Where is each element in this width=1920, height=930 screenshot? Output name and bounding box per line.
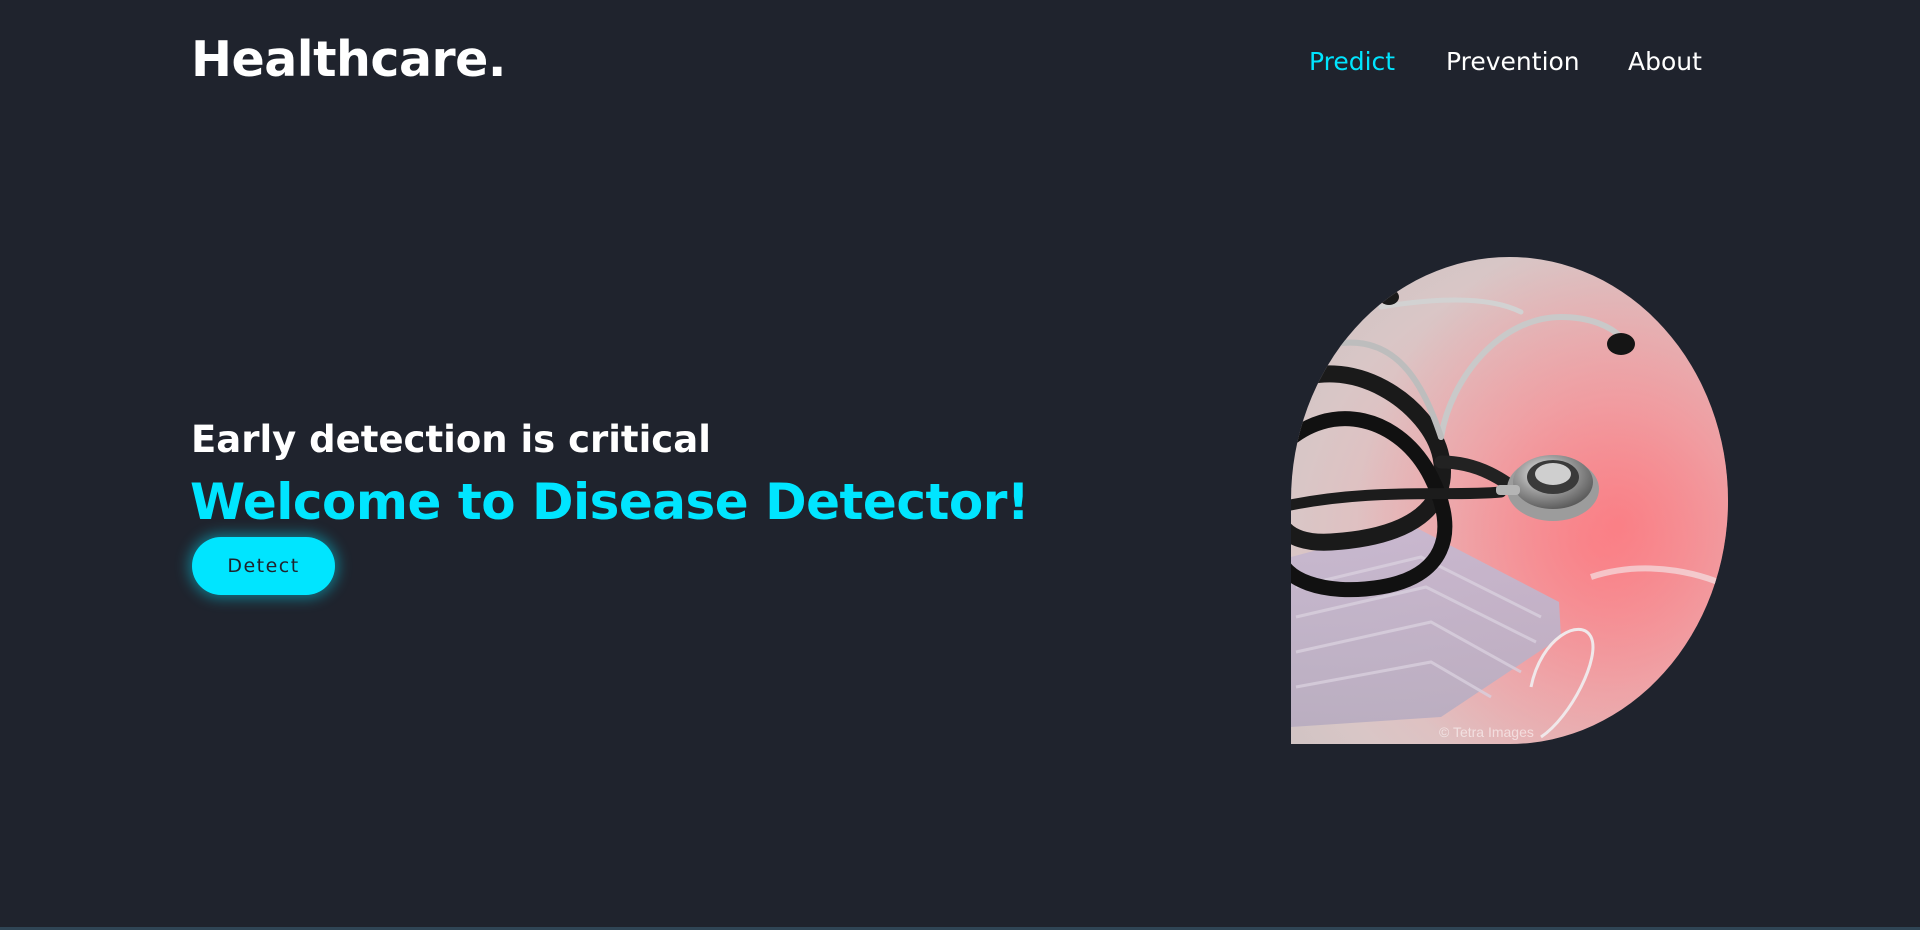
nav-link-prevention[interactable]: Prevention <box>1446 47 1580 76</box>
image-watermark: © Tetra Images <box>1439 724 1534 740</box>
hero-image: © Tetra Images <box>1291 257 1728 744</box>
page: Healthcare. Predict Prevention About Ear… <box>0 0 1920 930</box>
detect-button[interactable]: Detect <box>192 537 335 595</box>
nav-link-predict[interactable]: Predict <box>1309 47 1395 76</box>
nav-link-about[interactable]: About <box>1628 47 1702 76</box>
navbar: Healthcare. Predict Prevention About <box>0 0 1920 126</box>
hero-title: Welcome to Disease Detector! <box>190 473 1030 531</box>
hero-subtitle: Early detection is critical <box>191 418 711 461</box>
logo[interactable]: Healthcare. <box>191 31 507 88</box>
stethoscope-illustration: © Tetra Images <box>1291 257 1728 744</box>
